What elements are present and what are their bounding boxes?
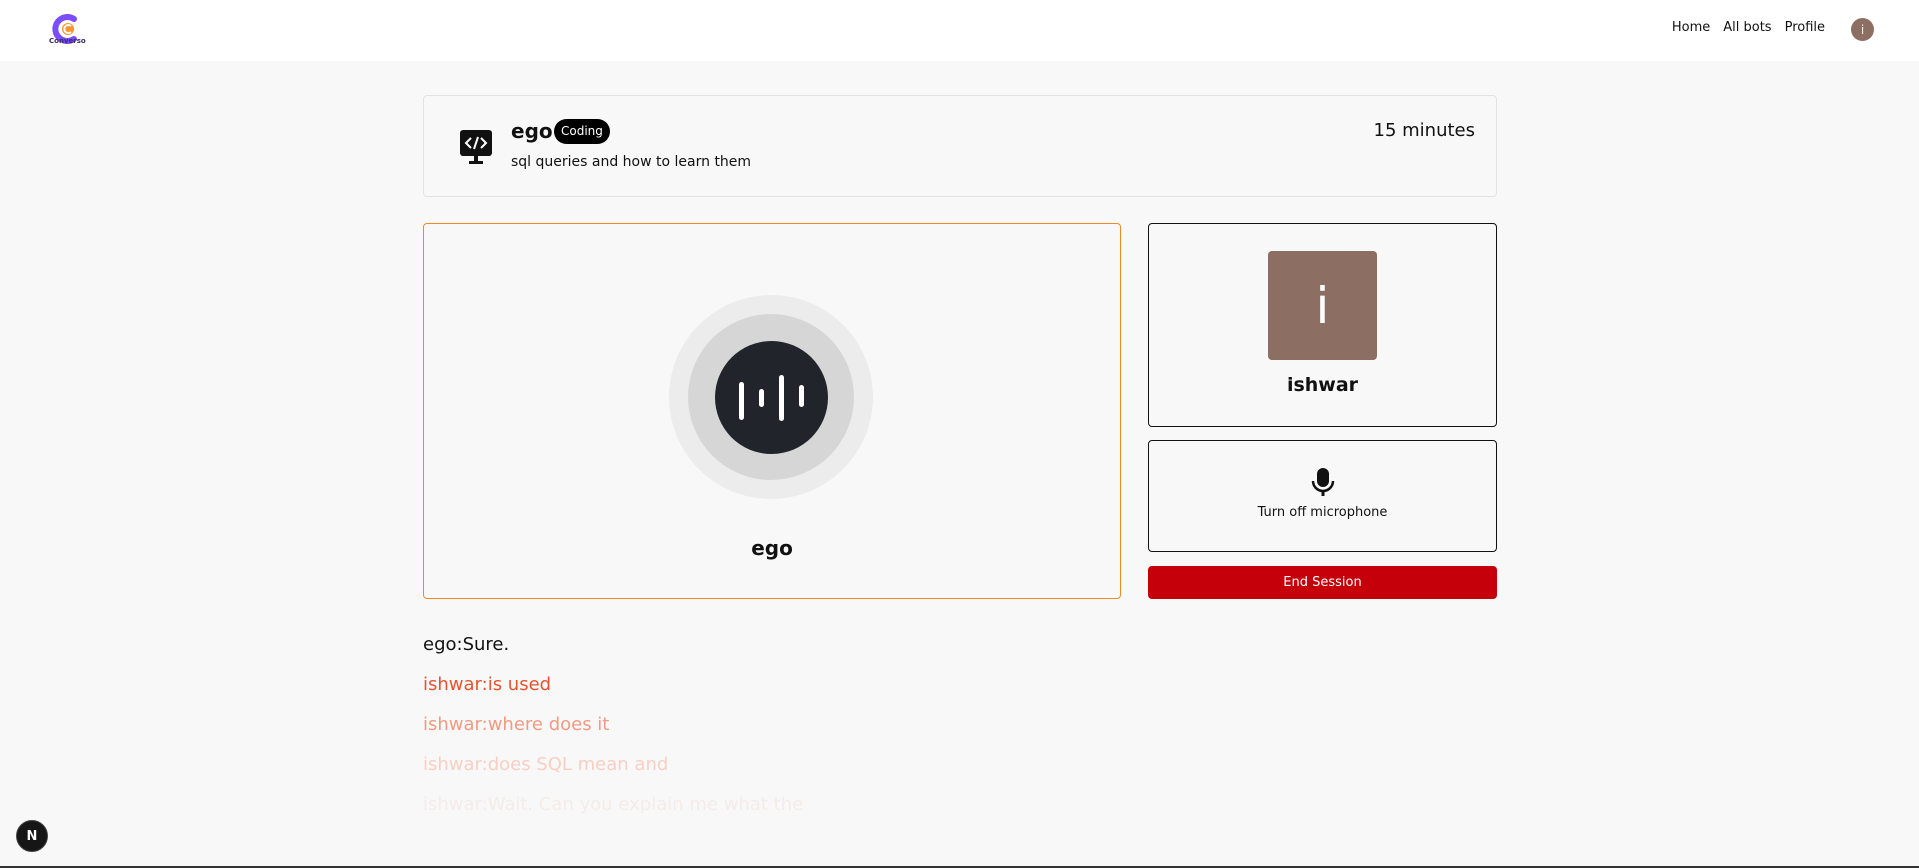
dev-tools-button[interactable]: N [16,820,48,852]
logo-text: Converso [49,37,86,45]
user-panel: i ishwar [1148,223,1497,427]
session-duration: 15 minutes [1373,120,1476,141]
nav-link-home[interactable]: Home [1672,20,1710,35]
session-topic: sql queries and how to learn them [511,154,752,170]
session-info-card: ego Coding sql queries and how to learn … [423,95,1497,197]
end-session-button[interactable]: End Session [1148,566,1497,599]
user-avatar-button[interactable]: i [1851,18,1874,41]
soundwave-icon [739,375,804,421]
transcript-line: ishwar:where does it [423,714,610,735]
top-navbar: Converso Home All bots Profile i [0,0,1919,61]
user-avatar: i [1268,251,1377,360]
bot-name: ego [511,119,553,143]
transcript-line: ego:Sure. [423,634,510,655]
category-badge: Coding [554,119,610,144]
bot-panel-name: ego [751,536,793,560]
nav-links: Home All bots Profile [1672,20,1825,35]
user-name: ishwar [1286,374,1359,396]
nav-link-profile[interactable]: Profile [1785,20,1825,35]
transcript-line: ishwar:is used [423,674,552,695]
transcript: ego:Sure. ishwar:is used ishwar:where do… [423,634,1123,834]
code-monitor-icon [460,130,492,164]
nav-link-all-bots[interactable]: All bots [1723,20,1771,35]
transcript-line: ishwar:Wait. Can you explain me what the [423,794,804,815]
microphone-label: Turn off microphone [1257,505,1388,520]
transcript-line: ishwar:does SQL mean and [423,754,669,775]
microphone-icon [1311,468,1335,496]
bot-voice-panel: ego [423,223,1121,599]
microphone-toggle-button[interactable]: Turn off microphone [1148,440,1497,552]
